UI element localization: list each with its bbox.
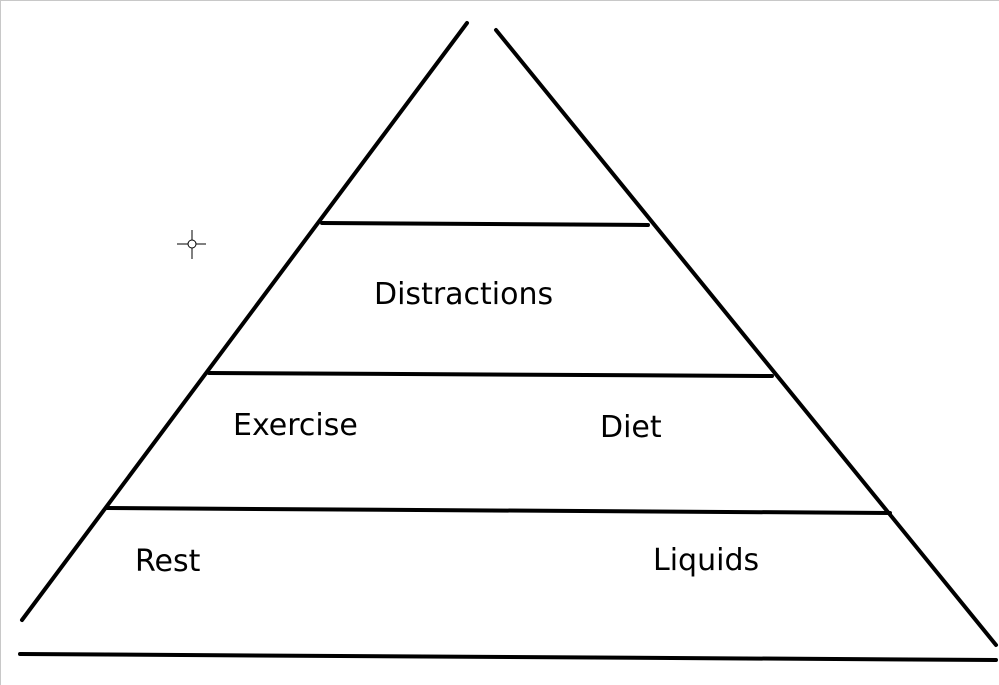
pyramid-diagram: Distractions Exercise Diet Rest Liquids: [18, 21, 998, 662]
label-distractions: Distractions: [374, 277, 553, 312]
label-rest: Rest: [135, 544, 201, 579]
drawing-canvas[interactable]: Distractions Exercise Diet Rest Liquids: [0, 0, 999, 685]
crosshair-cursor-icon: [177, 230, 206, 259]
tier-divider-1: [320, 221, 650, 227]
tier-divider-3: [105, 506, 892, 515]
label-diet: Diet: [600, 410, 662, 445]
pyramid-base-line: [18, 652, 998, 662]
label-exercise: Exercise: [233, 408, 358, 443]
pyramid-left-edge: [20, 21, 469, 622]
tier-divider-2: [207, 371, 774, 378]
label-liquids: Liquids: [653, 543, 759, 578]
